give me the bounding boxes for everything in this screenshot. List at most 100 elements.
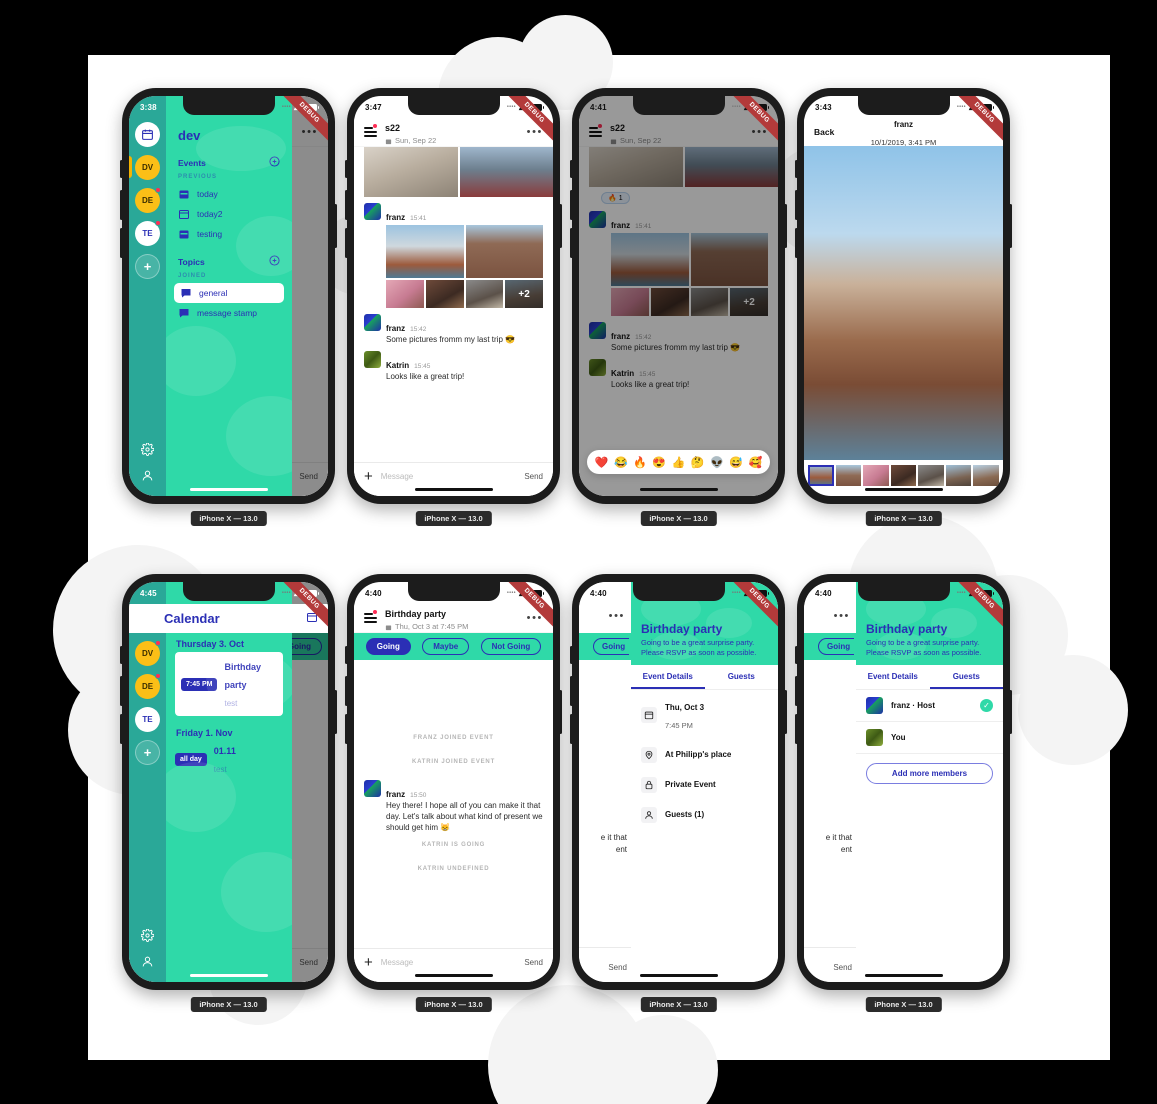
- battery-icon: [526, 103, 544, 111]
- rail-item-te[interactable]: TE: [135, 220, 161, 246]
- send-button[interactable]: Send: [524, 958, 543, 967]
- topic-item-message-stamp[interactable]: message stamp: [166, 303, 292, 323]
- rsvp-going-button[interactable]: Going: [365, 638, 411, 655]
- person-icon[interactable]: [141, 469, 154, 482]
- calendar-event-card[interactable]: 7:45 PM Birthday party test: [175, 652, 283, 716]
- emoji-option[interactable]: 👽: [710, 456, 724, 469]
- emoji-option[interactable]: 🤔: [691, 456, 705, 469]
- decorative-blob: [608, 1015, 718, 1104]
- photo-thumbnail[interactable]: [918, 465, 944, 486]
- event-item-today[interactable]: today: [166, 184, 292, 204]
- rail-item-calendar[interactable]: [135, 122, 160, 147]
- menu-icon[interactable]: [364, 123, 377, 140]
- message-input[interactable]: Message: [381, 472, 517, 481]
- calendar-drawer-body: Thursday 3. Oct 7:45 PM Birthday party t…: [166, 582, 292, 982]
- send-button[interactable]: Send: [833, 963, 852, 972]
- message-photos[interactable]: [364, 147, 553, 197]
- photo-thumbnail[interactable]: [835, 465, 862, 486]
- rail-item-dv[interactable]: DV: [135, 640, 161, 666]
- message-photos[interactable]: [386, 225, 543, 278]
- tab-guests[interactable]: Guests: [705, 665, 779, 689]
- photo[interactable]: [465, 225, 543, 278]
- chat-icon: [179, 309, 189, 318]
- message-input[interactable]: Message: [381, 958, 517, 967]
- photo-overflow-count[interactable]: +2: [505, 280, 543, 308]
- emoji-option[interactable]: 🥰: [749, 456, 763, 469]
- event-timeline[interactable]: FRANZ JOINED EVENT KATRIN JOINED EVENT f…: [354, 660, 553, 982]
- new-event-button[interactable]: [306, 610, 318, 628]
- add-workspace-button[interactable]: +: [135, 740, 160, 765]
- calendar-event-row[interactable]: all day 01.11 test: [166, 741, 292, 777]
- device-label: iPhone X — 13.0: [865, 997, 942, 1012]
- photo[interactable]: [465, 280, 504, 308]
- event-item-testing[interactable]: testing: [166, 224, 292, 244]
- photo[interactable]: [386, 225, 464, 278]
- send-button[interactable]: Send: [524, 472, 543, 481]
- rsvp-not-going-button[interactable]: Not Going: [480, 638, 542, 655]
- add-topic-button[interactable]: [269, 255, 280, 268]
- message: franz 15:41 +2: [354, 197, 553, 308]
- guest-row[interactable]: You: [856, 722, 1003, 754]
- photo-full[interactable]: [804, 146, 1003, 460]
- rsvp-going-pill[interactable]: Going: [593, 638, 630, 655]
- add-more-members-button[interactable]: Add more members: [866, 763, 993, 784]
- emoji-option[interactable]: 🔥: [633, 456, 647, 469]
- topic-item-general[interactable]: general: [174, 283, 284, 303]
- photo-thumbnail[interactable]: [945, 465, 972, 486]
- add-attachment-button[interactable]: +: [364, 469, 373, 484]
- emoji-picker[interactable]: ❤️ 😂 🔥 😍 👍 🤔 👽 😅 🥰: [587, 450, 770, 474]
- photo[interactable]: [386, 280, 424, 308]
- detail-row-date[interactable]: Thu, Oct 3 7:45 PM: [631, 690, 778, 740]
- gear-icon[interactable]: [141, 443, 154, 456]
- rsvp-going-pill[interactable]: Going: [818, 638, 855, 655]
- menu-icon[interactable]: [364, 609, 377, 626]
- photo-thumbnail-strip[interactable]: [804, 464, 1003, 487]
- add-attachment-button[interactable]: +: [364, 955, 373, 970]
- message-snippet: ent: [840, 845, 852, 854]
- photo[interactable]: [364, 147, 458, 197]
- chat-body[interactable]: franz 15:41 +2 franz 15:42 Some pictures…: [354, 147, 553, 496]
- rail-item-dv[interactable]: DV: [135, 155, 160, 180]
- rsvp-maybe-button[interactable]: Maybe: [422, 638, 470, 655]
- rail-item-de[interactable]: DE: [135, 673, 161, 699]
- kebab-icon[interactable]: •••: [527, 613, 543, 624]
- detail-row-guests[interactable]: Guests (1): [631, 800, 778, 830]
- kebab-icon[interactable]: •••: [834, 610, 850, 622]
- event-detail-panel: Birthday party Going to be a great surpr…: [856, 582, 1003, 982]
- workspace-drawer: DV DE TE + dev Events PREVIOUS today tod…: [129, 96, 292, 496]
- photo[interactable]: [425, 280, 464, 308]
- emoji-picker-scrim[interactable]: [579, 96, 778, 496]
- kebab-icon[interactable]: •••: [609, 610, 625, 622]
- battery-icon: [301, 589, 319, 597]
- gear-icon[interactable]: [141, 929, 154, 942]
- emoji-option[interactable]: 😍: [652, 456, 666, 469]
- detail-row-privacy[interactable]: Private Event: [631, 770, 778, 800]
- message-photos-more[interactable]: +2: [386, 280, 543, 308]
- detail-row-location[interactable]: At Philipp's place: [631, 740, 778, 770]
- chat-title: s22: [385, 123, 401, 133]
- tab-guests[interactable]: Guests: [929, 665, 1003, 689]
- kebab-icon[interactable]: •••: [527, 127, 543, 138]
- add-workspace-button[interactable]: +: [135, 254, 160, 279]
- add-event-button[interactable]: [269, 156, 280, 169]
- photo[interactable]: [459, 147, 553, 197]
- emoji-option[interactable]: ❤️: [595, 456, 609, 469]
- photo-thumbnail[interactable]: [973, 465, 1000, 486]
- emoji-option[interactable]: 😅: [729, 456, 743, 469]
- photo-thumbnail[interactable]: [890, 465, 917, 486]
- page-title: Calendar: [164, 611, 220, 626]
- send-button[interactable]: Send: [608, 963, 627, 972]
- tab-event-details[interactable]: Event Details: [856, 665, 930, 689]
- battery-icon: [526, 589, 544, 597]
- emoji-option[interactable]: 😂: [614, 456, 628, 469]
- event-item-today2[interactable]: today2: [166, 204, 292, 224]
- emoji-option[interactable]: 👍: [672, 456, 686, 469]
- photo-thumbnail[interactable]: [808, 465, 834, 486]
- rail-item-de[interactable]: DE: [135, 187, 161, 213]
- person-icon[interactable]: [141, 955, 154, 968]
- rail-item-te[interactable]: TE: [135, 707, 160, 732]
- message-time: 15:42: [410, 326, 427, 333]
- tab-event-details[interactable]: Event Details: [631, 665, 705, 689]
- guest-row[interactable]: franz · Host ✓: [856, 690, 1003, 722]
- photo-thumbnail[interactable]: [863, 465, 889, 486]
